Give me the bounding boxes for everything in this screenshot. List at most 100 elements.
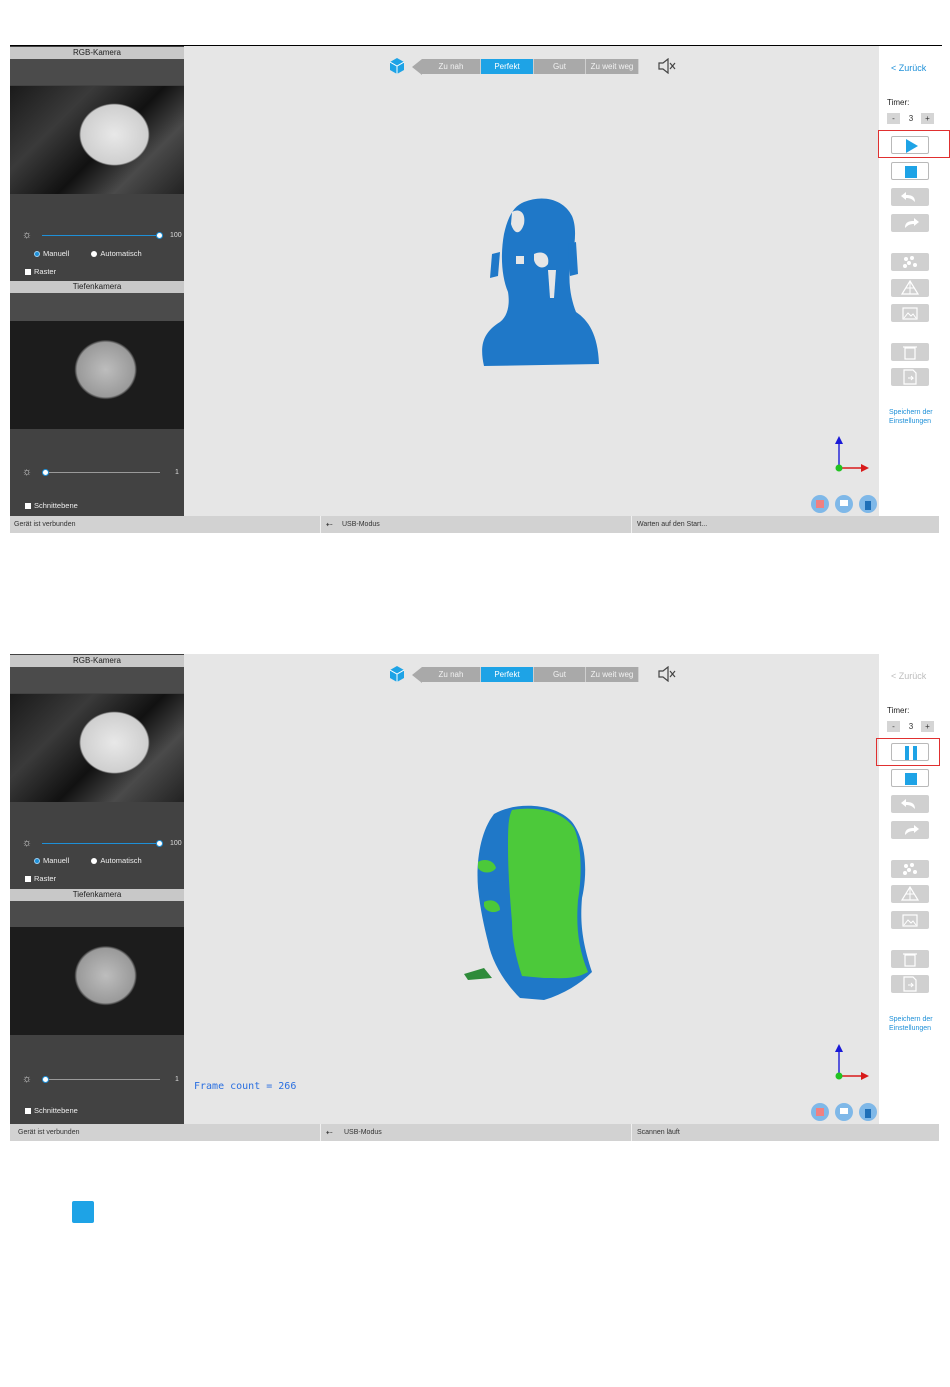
rgb-camera-preview <box>10 694 184 802</box>
mesh-button[interactable] <box>891 885 929 903</box>
distance-too-far: Zu weit weg <box>586 667 639 682</box>
save-settings-link[interactable]: Speichern der Einstellungen <box>889 1015 939 1033</box>
rgb-camera-header: RGB-Kamera <box>10 655 184 667</box>
radio-manual[interactable]: Manuell <box>34 249 69 258</box>
timer-stepper: - 3 + <box>887 721 935 732</box>
cube-icon[interactable] <box>390 666 404 682</box>
depth-brightness-slider[interactable]: ☼ 1 <box>22 466 182 479</box>
3d-viewport[interactable]: Zu nah Perfekt Gut Zu weit weg Frame cou… <box>184 654 879 1124</box>
stop-icon <box>72 1201 94 1223</box>
undo-icon <box>901 192 915 202</box>
pause-button[interactable] <box>891 743 929 761</box>
delete-icon <box>903 346 917 360</box>
raster-checkbox[interactable]: Raster <box>25 874 56 884</box>
cloud-icons[interactable] <box>809 492 879 514</box>
scan-model-partial <box>482 198 599 366</box>
slider-knob[interactable] <box>156 840 163 847</box>
sun-icon: ☼ <box>22 837 33 849</box>
export-button[interactable] <box>891 975 929 993</box>
exposure-mode: Manuell Automatisch <box>34 856 184 866</box>
frame-count: Frame count = 266 <box>194 1081 297 1092</box>
scanner-screenshot-2: RGB-Kamera ☼ 100 Manuell Automatisch Ras… <box>10 654 940 1141</box>
mesh-button[interactable] <box>891 279 929 297</box>
timer-label: Timer: <box>887 706 910 715</box>
depth-camera-header: Tiefenkamera <box>10 889 184 901</box>
status-scan-state: Scannen läuft <box>637 1129 680 1136</box>
distance-too-near: Zu nah <box>422 59 481 74</box>
right-panel: < Zurück Timer: - 3 + Speichern der Eins… <box>876 654 940 1124</box>
rgb-brightness-slider[interactable]: ☼ 100 <box>22 229 182 242</box>
distance-good: Gut <box>534 59 586 74</box>
save-settings-link[interactable]: Speichern der Einstellungen <box>889 408 939 426</box>
play-button[interactable] <box>891 136 929 154</box>
depth-camera-preview <box>10 321 184 429</box>
play-icon <box>906 139 918 153</box>
status-connection: Gerät ist verbunden <box>18 1129 80 1136</box>
point-cloud-icon <box>903 256 917 268</box>
back-button[interactable]: < Zurück <box>891 671 926 681</box>
redo-button[interactable] <box>891 214 929 232</box>
rgb-brightness-slider[interactable]: ☼ 100 <box>22 837 182 850</box>
timer-decrement-button[interactable]: - <box>887 113 900 124</box>
radio-manual[interactable]: Manuell <box>34 856 69 865</box>
depth-camera-preview <box>10 927 184 1035</box>
export-icon <box>903 976 917 992</box>
mute-icon[interactable] <box>658 58 676 74</box>
cutplane-checkbox[interactable]: Schnittebene <box>25 1106 78 1116</box>
status-bar: Gerät ist verbunden ⇠ USB-Modus Scannen … <box>10 1124 939 1141</box>
texture-icon <box>902 307 918 320</box>
back-button[interactable]: < Zurück <box>891 63 926 73</box>
radio-automatic[interactable]: Automatisch <box>91 856 142 865</box>
timer-increment-button[interactable]: + <box>921 721 934 732</box>
distance-too-near: Zu nah <box>422 667 481 682</box>
right-panel: < Zurück Timer: - 3 + Speichern der Eins… <box>878 46 950 516</box>
status-connection: Gerät ist verbunden <box>14 521 76 528</box>
distance-perfect: Perfekt <box>481 667 534 682</box>
point-cloud-button[interactable] <box>891 860 929 878</box>
point-cloud-button[interactable] <box>891 253 929 271</box>
mesh-icon <box>900 279 920 295</box>
mute-icon[interactable] <box>658 666 676 682</box>
depth-brightness-slider[interactable]: ☼ 1 <box>22 1073 182 1086</box>
mesh-icon <box>900 885 920 901</box>
rgb-camera-preview <box>10 86 184 194</box>
stop-icon <box>905 166 917 178</box>
pause-icon <box>905 746 917 760</box>
timer-stepper: - 3 + <box>887 113 935 124</box>
export-button[interactable] <box>891 368 929 386</box>
delete-button[interactable] <box>891 343 929 361</box>
redo-button[interactable] <box>891 821 929 839</box>
timer-label: Timer: <box>887 98 910 107</box>
undo-icon <box>901 799 915 809</box>
scan-model-full <box>464 805 592 1000</box>
timer-increment-button[interactable]: + <box>921 113 934 124</box>
timer-decrement-button[interactable]: - <box>887 721 900 732</box>
slider-knob[interactable] <box>42 1076 49 1083</box>
sun-icon: ☼ <box>22 229 33 241</box>
export-icon <box>903 369 917 385</box>
texture-button[interactable] <box>891 911 929 929</box>
depth-brightness-value: 1 <box>175 469 179 476</box>
raster-checkbox[interactable]: Raster <box>25 267 56 277</box>
distance-too-far: Zu weit weg <box>586 59 639 74</box>
undo-button[interactable] <box>891 188 929 206</box>
cloud-icons[interactable] <box>809 1100 879 1122</box>
cutplane-checkbox[interactable]: Schnittebene <box>25 501 78 511</box>
texture-button[interactable] <box>891 304 929 322</box>
distance-arrow <box>412 667 422 683</box>
depth-camera-header: Tiefenkamera <box>10 281 184 293</box>
status-scan-state: Warten auf den Start... <box>637 521 708 528</box>
cube-icon[interactable] <box>390 58 404 74</box>
stop-button[interactable] <box>891 162 929 180</box>
timer-value[interactable]: 3 <box>905 721 917 732</box>
slider-knob[interactable] <box>156 232 163 239</box>
rgb-brightness-value: 100 <box>170 840 182 847</box>
delete-button[interactable] <box>891 950 929 968</box>
undo-button[interactable] <box>891 795 929 813</box>
timer-value[interactable]: 3 <box>905 113 917 124</box>
slider-knob[interactable] <box>42 469 49 476</box>
radio-automatic[interactable]: Automatisch <box>91 249 142 258</box>
stop-button[interactable] <box>891 769 929 787</box>
texture-icon <box>902 914 918 927</box>
3d-viewport[interactable]: Zu nah Perfekt Gut Zu weit weg <box>184 46 879 516</box>
